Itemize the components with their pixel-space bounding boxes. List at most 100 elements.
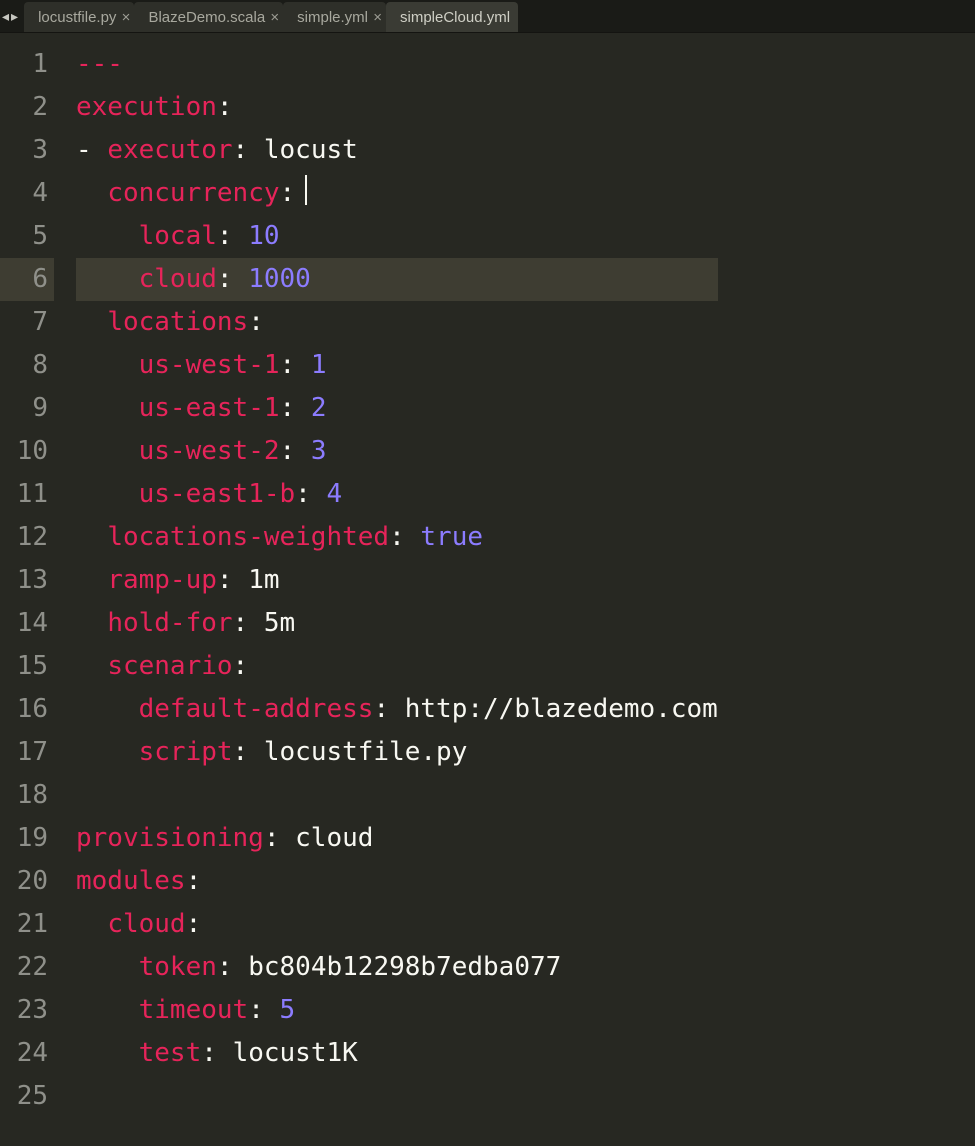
- code-token: :: [280, 393, 311, 423]
- code-line[interactable]: default-address: http://blazedemo.com: [76, 688, 718, 731]
- code-token: 10: [248, 221, 279, 251]
- code-token: us-east-1: [139, 393, 280, 423]
- close-icon[interactable]: ×: [270, 9, 279, 26]
- code-editor[interactable]: 1234567891011121314151617181920212223242…: [0, 33, 975, 1136]
- code-token: :: [280, 436, 311, 466]
- code-token: [76, 1038, 139, 1068]
- editor-tab[interactable]: simple.yml ×: [283, 2, 386, 32]
- code-token: :: [233, 608, 264, 638]
- code-line[interactable]: timeout: 5: [76, 989, 718, 1032]
- editor-tab[interactable]: BlazeDemo.scala ×: [134, 2, 283, 32]
- code-line[interactable]: modules:: [76, 860, 718, 903]
- code-line[interactable]: test: locust1K: [76, 1032, 718, 1075]
- code-token: [76, 393, 139, 423]
- editor-tab[interactable]: simpleCloud.yml: [386, 2, 518, 32]
- code-token: 1: [311, 350, 327, 380]
- line-number: 22: [0, 946, 54, 989]
- code-line[interactable]: hold-for: 5m: [76, 602, 718, 645]
- code-line[interactable]: script: locustfile.py: [76, 731, 718, 774]
- code-line[interactable]: cloud:: [76, 903, 718, 946]
- line-number: 18: [0, 774, 54, 817]
- code-token: test: [139, 1038, 202, 1068]
- line-number: 20: [0, 860, 54, 903]
- code-token: timeout: [139, 995, 249, 1025]
- code-token: :: [217, 221, 248, 251]
- code-token: :: [217, 92, 233, 122]
- editor-tab[interactable]: locustfile.py×: [24, 2, 134, 32]
- code-token: [76, 307, 107, 337]
- code-token: us-west-2: [139, 436, 280, 466]
- tab-label: BlazeDemo.scala: [148, 9, 265, 26]
- code-token: ---: [76, 49, 123, 79]
- code-token: 5m: [264, 608, 295, 638]
- code-token: cloud: [139, 264, 217, 294]
- line-number: 8: [0, 344, 54, 387]
- tab-label: simpleCloud.yml: [400, 9, 510, 26]
- code-token: [76, 178, 107, 208]
- tab-bar: ◂ ▸ locustfile.py×BlazeDemo.scala×simple…: [0, 0, 975, 33]
- code-line[interactable]: cloud: 1000: [76, 258, 718, 301]
- line-number: 17: [0, 731, 54, 774]
- nav-forward-icon[interactable]: ▸: [11, 8, 18, 25]
- code-token: :: [186, 866, 202, 896]
- code-token: token: [139, 952, 217, 982]
- code-token: :: [186, 909, 202, 939]
- code-token: provisioning: [76, 823, 264, 853]
- line-number: 12: [0, 516, 54, 559]
- code-line[interactable]: - executor: locust: [76, 129, 718, 172]
- code-line[interactable]: [76, 1075, 718, 1118]
- code-token: 5: [280, 995, 296, 1025]
- code-token: ramp-up: [107, 565, 217, 595]
- code-token: cloud: [107, 909, 185, 939]
- nav-back-icon[interactable]: ◂: [2, 8, 9, 25]
- code-token: locations: [107, 307, 248, 337]
- line-number: 16: [0, 688, 54, 731]
- line-number: 6: [0, 258, 54, 301]
- code-line[interactable]: provisioning: cloud: [76, 817, 718, 860]
- code-line[interactable]: [76, 774, 718, 817]
- code-line[interactable]: ramp-up: 1m: [76, 559, 718, 602]
- code-token: :: [233, 737, 264, 767]
- code-line[interactable]: local: 10: [76, 215, 718, 258]
- tab-label: simple.yml: [297, 9, 368, 26]
- code-token: execution: [76, 92, 217, 122]
- line-number: 13: [0, 559, 54, 602]
- code-token: locustfile.py: [264, 737, 468, 767]
- gutter: 1234567891011121314151617181920212223242…: [0, 33, 64, 1136]
- code-token: concurrency: [107, 178, 279, 208]
- line-number: 24: [0, 1032, 54, 1075]
- code-token: :: [201, 1038, 232, 1068]
- code-line[interactable]: concurrency:: [76, 172, 718, 215]
- code-token: [76, 350, 139, 380]
- code-line[interactable]: token: bc804b12298b7edba077: [76, 946, 718, 989]
- code-line[interactable]: locations:: [76, 301, 718, 344]
- code-line[interactable]: us-east-1: 2: [76, 387, 718, 430]
- code-token: default-address: [139, 694, 374, 724]
- line-number: 25: [0, 1075, 54, 1118]
- line-number: 9: [0, 387, 54, 430]
- code-token: true: [420, 522, 483, 552]
- code-token: [76, 264, 139, 294]
- code-token: :: [389, 522, 420, 552]
- code-line[interactable]: us-east1-b: 4: [76, 473, 718, 516]
- code-line[interactable]: us-west-2: 3: [76, 430, 718, 473]
- code-line[interactable]: scenario:: [76, 645, 718, 688]
- code-token: [76, 479, 139, 509]
- code-token: cloud: [295, 823, 373, 853]
- close-icon[interactable]: ×: [373, 9, 382, 26]
- line-number: 23: [0, 989, 54, 1032]
- close-icon[interactable]: ×: [122, 9, 131, 26]
- code-line[interactable]: execution:: [76, 86, 718, 129]
- code-token: :: [233, 135, 264, 165]
- code-line[interactable]: ---: [76, 43, 718, 86]
- code-token: :: [280, 178, 296, 208]
- code-line[interactable]: locations-weighted: true: [76, 516, 718, 559]
- code-line[interactable]: us-west-1: 1: [76, 344, 718, 387]
- code-token: :: [264, 823, 295, 853]
- code-token: us-west-1: [139, 350, 280, 380]
- code-token: locations-weighted: [107, 522, 389, 552]
- code-area[interactable]: ---execution:- executor: locust concurre…: [64, 33, 718, 1136]
- code-token: [76, 952, 139, 982]
- line-number: 21: [0, 903, 54, 946]
- code-token: 2: [311, 393, 327, 423]
